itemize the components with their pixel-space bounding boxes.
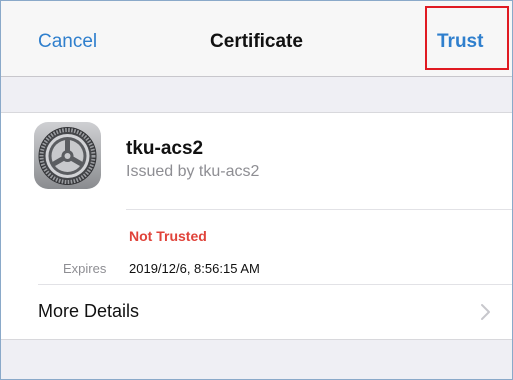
more-details-label: More Details	[38, 301, 140, 321]
gear-icon	[34, 122, 101, 189]
more-details-row[interactable]: More Details	[1, 285, 512, 338]
certificate-card: tku-acs2 Issued by tku-acs2 Not Trusted …	[1, 112, 512, 340]
trust-button[interactable]: Trust	[437, 31, 483, 53]
chevron-right-icon	[481, 304, 490, 320]
certificate-name: tku-acs2	[126, 138, 204, 159]
expires-value: 2019/12/6, 8:56:15 AM	[129, 261, 260, 276]
certificate-issuer: Issued by tku-acs2	[126, 163, 260, 180]
screen: Cancel Certificate Trust tku-acs2 Issued…	[0, 0, 513, 380]
navigation-bar: Cancel Certificate Trust	[1, 1, 512, 77]
trust-status: Not Trusted	[129, 228, 207, 244]
expires-label: Expires	[63, 261, 107, 276]
divider	[126, 209, 512, 210]
